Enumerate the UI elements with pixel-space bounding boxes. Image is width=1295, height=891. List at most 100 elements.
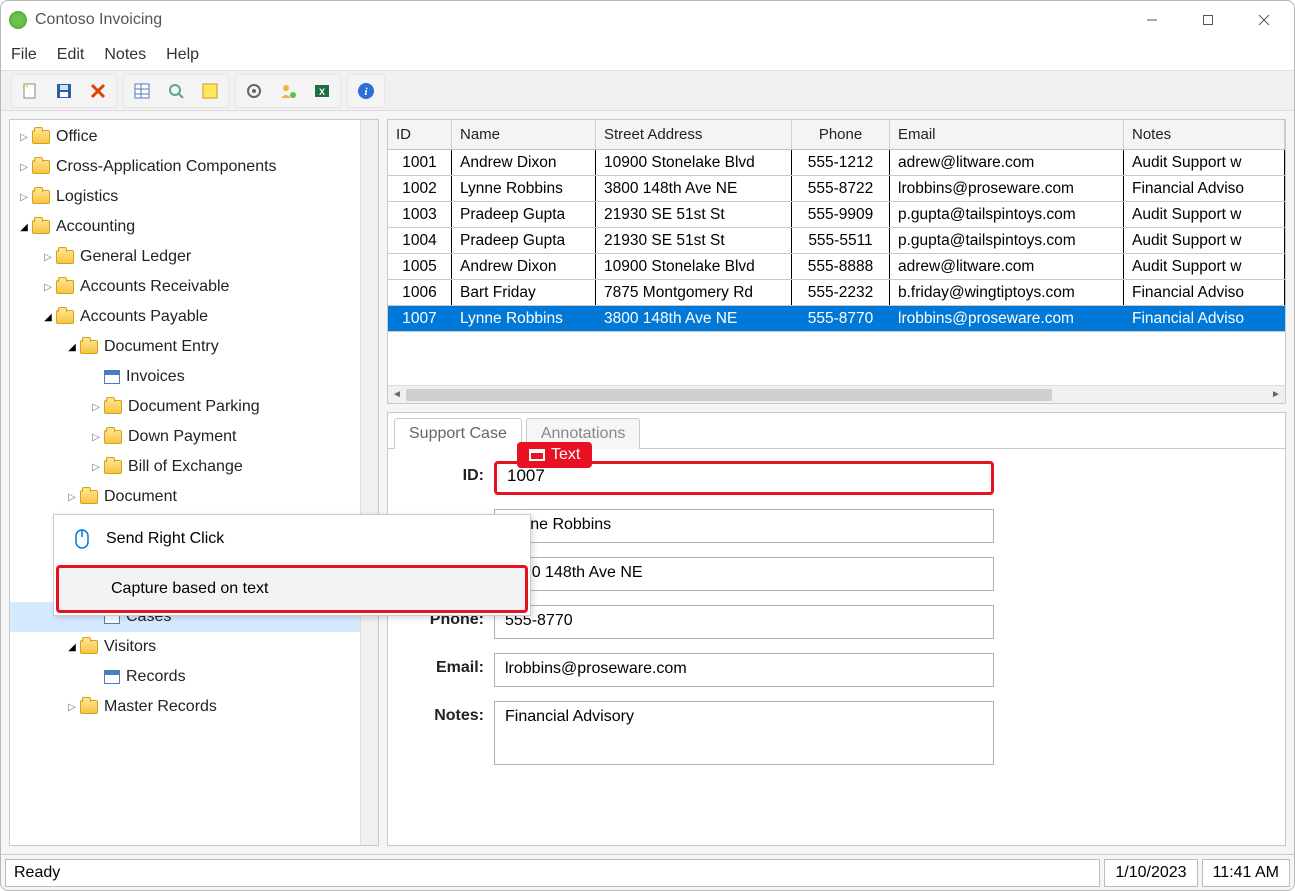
- svg-text:X: X: [319, 87, 325, 97]
- table-row[interactable]: 1002Lynne Robbins3800 148th Ave NE555-87…: [388, 176, 1285, 202]
- tree-item[interactable]: ◢ Accounts Payable: [10, 302, 360, 332]
- field-email[interactable]: lrobbins@proseware.com: [494, 653, 994, 687]
- table-row[interactable]: 1004Pradeep Gupta21930 SE 51st St555-551…: [388, 228, 1285, 254]
- tab-support-case[interactable]: Support Case: [394, 418, 522, 449]
- field-address[interactable]: 3800 148th Ave NE: [494, 557, 994, 591]
- maximize-button[interactable]: [1186, 5, 1230, 35]
- field-notes[interactable]: Financial Advisory: [494, 701, 994, 765]
- tree-item[interactable]: ▷ Accounts Receivable: [10, 272, 360, 302]
- info-button[interactable]: i: [350, 77, 382, 105]
- tree-item-label: Document: [104, 488, 177, 506]
- tree-item-label: Accounts Receivable: [80, 278, 229, 296]
- ctx-capture-based-on-text[interactable]: Capture based on text: [56, 565, 528, 613]
- tree-item-label: Master Records: [104, 698, 217, 716]
- table-row[interactable]: 1006Bart Friday7875 Montgomery Rd555-223…: [388, 280, 1285, 306]
- col-id[interactable]: ID: [388, 120, 452, 149]
- status-text: Ready: [5, 859, 1100, 887]
- caret-right-icon[interactable]: ▷: [40, 249, 56, 265]
- cell-phone: 555-8770: [792, 306, 890, 331]
- col-street[interactable]: Street Address: [596, 120, 792, 149]
- window-title: Contoso Invoicing: [35, 11, 1130, 29]
- menu-notes[interactable]: Notes: [104, 46, 146, 64]
- note-button[interactable]: [194, 77, 226, 105]
- tree-item[interactable]: ◢Accounting: [10, 212, 360, 242]
- tree-item[interactable]: ▷General Ledger: [10, 242, 360, 272]
- excel-button[interactable]: X: [306, 77, 338, 105]
- cell-notes: Financial Adviso: [1124, 280, 1285, 305]
- cell-name: Lynne Robbins: [452, 176, 596, 201]
- table-row[interactable]: 1001Andrew Dixon10900 Stonelake Blvd555-…: [388, 150, 1285, 176]
- minimize-button[interactable]: [1130, 5, 1174, 35]
- tree-item[interactable]: Invoices: [10, 362, 360, 392]
- close-button[interactable]: [1242, 5, 1286, 35]
- tree-item[interactable]: ▷Document Parking: [10, 392, 360, 422]
- tree-panel: ▷Office▷Cross-Application Components▷Log…: [9, 119, 379, 846]
- cell-street: 3800 148th Ave NE: [596, 306, 792, 331]
- caret-right-icon[interactable]: ▷: [88, 459, 104, 475]
- table-row[interactable]: 1007Lynne Robbins3800 148th Ave NE555-87…: [388, 306, 1285, 332]
- text-badge[interactable]: Text: [517, 442, 592, 468]
- tree-item[interactable]: ◢Visitors: [10, 632, 360, 662]
- menu-help[interactable]: Help: [166, 46, 199, 64]
- caret-right-icon[interactable]: ▷: [16, 189, 32, 205]
- caret-right-icon[interactable]: ▷: [64, 699, 80, 715]
- tree-list[interactable]: ▷Office▷Cross-Application Components▷Log…: [10, 120, 360, 845]
- caret-right-icon[interactable]: ▷: [16, 159, 32, 175]
- caret-down-icon[interactable]: ◢: [64, 339, 80, 355]
- cell-email: p.gupta@tailspintoys.com: [890, 228, 1124, 253]
- tree-item[interactable]: ▷Bill of Exchange: [10, 452, 360, 482]
- scroll-left-icon[interactable]: ◄: [388, 389, 406, 400]
- scroll-right-icon[interactable]: ►: [1267, 389, 1285, 400]
- cell-id: 1001: [388, 150, 452, 175]
- tree-item[interactable]: ▷Logistics: [10, 182, 360, 212]
- caret-right-icon[interactable]: ▷: [88, 429, 104, 445]
- cell-phone: 555-9909: [792, 202, 890, 227]
- caret-right-icon[interactable]: ▷: [64, 489, 80, 505]
- user-button[interactable]: [272, 77, 304, 105]
- tree-item-label: Down Payment: [128, 428, 237, 446]
- menu-file[interactable]: File: [11, 46, 37, 64]
- new-document-button[interactable]: [14, 77, 46, 105]
- settings-button[interactable]: [238, 77, 270, 105]
- table-icon: [104, 670, 120, 684]
- tree-item-label: Accounts Payable: [80, 308, 208, 326]
- caret-right-icon[interactable]: ▷: [88, 399, 104, 415]
- grid-body: 1001Andrew Dixon10900 Stonelake Blvd555-…: [388, 150, 1285, 385]
- tree-item[interactable]: ▷Cross-Application Components: [10, 152, 360, 182]
- caret-right-icon[interactable]: ▷: [16, 129, 32, 145]
- delete-button[interactable]: [82, 77, 114, 105]
- scroll-thumb[interactable]: [406, 389, 1052, 401]
- cell-name: Bart Friday: [452, 280, 596, 305]
- table-row[interactable]: 1003Pradeep Gupta21930 SE 51st St555-990…: [388, 202, 1285, 228]
- grid-button[interactable]: [126, 77, 158, 105]
- table-icon: [104, 370, 120, 384]
- caret-down-icon[interactable]: ◢: [16, 219, 32, 235]
- ctx-send-right-click[interactable]: Send Right Click: [54, 515, 530, 563]
- tree-item[interactable]: ◢Document Entry: [10, 332, 360, 362]
- field-phone[interactable]: 555-8770: [494, 605, 994, 639]
- tree-item[interactable]: ▷ Document: [10, 482, 360, 512]
- caret-down-icon[interactable]: ◢: [40, 309, 56, 325]
- col-phone[interactable]: Phone: [792, 120, 890, 149]
- cell-street: 10900 Stonelake Blvd: [596, 254, 792, 279]
- field-name[interactable]: Lynne Robbins: [494, 509, 994, 543]
- caret-right-icon[interactable]: ▷: [40, 279, 56, 295]
- folder-icon: [104, 460, 122, 474]
- table-row[interactable]: 1005Andrew Dixon10900 Stonelake Blvd555-…: [388, 254, 1285, 280]
- save-button[interactable]: [48, 77, 80, 105]
- search-button[interactable]: [160, 77, 192, 105]
- tree-item[interactable]: ▷ Master Records: [10, 692, 360, 722]
- menu-edit[interactable]: Edit: [57, 46, 85, 64]
- col-email[interactable]: Email: [890, 120, 1124, 149]
- tree-item[interactable]: Records: [10, 662, 360, 692]
- tree-item[interactable]: ▷ Down Payment: [10, 422, 360, 452]
- cell-street: 7875 Montgomery Rd: [596, 280, 792, 305]
- col-name[interactable]: Name: [452, 120, 596, 149]
- data-grid[interactable]: ID Name Street Address Phone Email Notes…: [387, 119, 1286, 404]
- tree-scrollbar[interactable]: [360, 120, 378, 845]
- col-notes[interactable]: Notes: [1124, 120, 1285, 149]
- grid-hscrollbar[interactable]: ◄ ►: [388, 385, 1285, 403]
- tree-item[interactable]: ▷Office: [10, 122, 360, 152]
- caret-down-icon[interactable]: ◢: [64, 639, 80, 655]
- status-date: 1/10/2023: [1104, 859, 1197, 887]
